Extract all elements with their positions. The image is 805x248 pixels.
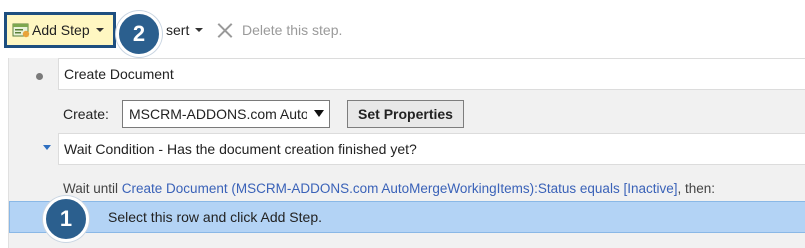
wait-condition-field[interactable]: Wait Condition - Has the document creati… <box>58 133 805 165</box>
chevron-down-icon <box>195 28 204 32</box>
wait-until-suffix: , then: <box>677 181 716 196</box>
workflow-steps-panel: Create Document Create: MSCRM-ADDONS.com… <box>8 58 805 248</box>
selected-row-text: Select this row and click Add Step. <box>108 209 322 225</box>
bullet-icon <box>36 73 43 80</box>
add-step-icon <box>12 22 30 38</box>
step-name-text: Create Document <box>64 66 174 82</box>
entity-select[interactable]: MSCRM-ADDONS.com AutoMergeWorkingItems <box>122 100 330 128</box>
insert-label: sert <box>166 22 190 38</box>
selected-step-row[interactable]: Select this row and click Add Step. <box>9 201 805 233</box>
delete-label: Delete this step. <box>242 22 343 38</box>
set-properties-button[interactable]: Set Properties <box>347 100 464 128</box>
step-name-field[interactable]: Create Document <box>58 58 805 90</box>
wait-until-condition-link[interactable]: Create Document (MSCRM-ADDONS.com AutoMe… <box>122 181 678 196</box>
wait-until-prefix: Wait until <box>63 181 122 196</box>
chevron-down-icon <box>95 28 104 32</box>
add-step-button[interactable]: Add Step <box>4 12 116 48</box>
callout-badge-2: 2 <box>116 11 162 57</box>
entity-select-value: MSCRM-ADDONS.com AutoMergeWorkingItems <box>129 106 307 122</box>
create-label: Create: <box>63 106 109 122</box>
wait-until-line: Wait until Create Document (MSCRM-ADDONS… <box>63 181 715 196</box>
delete-step-button[interactable]: Delete this step. <box>217 22 342 38</box>
close-icon <box>217 22 233 38</box>
add-step-label: Add Step <box>32 22 90 38</box>
expand-caret-icon[interactable] <box>43 145 51 150</box>
toolbar: Add Step sert Delete this step. 2 <box>0 0 805 58</box>
insert-button[interactable]: sert <box>166 22 204 38</box>
dropdown-arrow-icon <box>314 110 324 117</box>
wait-condition-text: Wait Condition - Has the document creati… <box>64 141 417 157</box>
callout-badge-1: 1 <box>43 196 89 242</box>
